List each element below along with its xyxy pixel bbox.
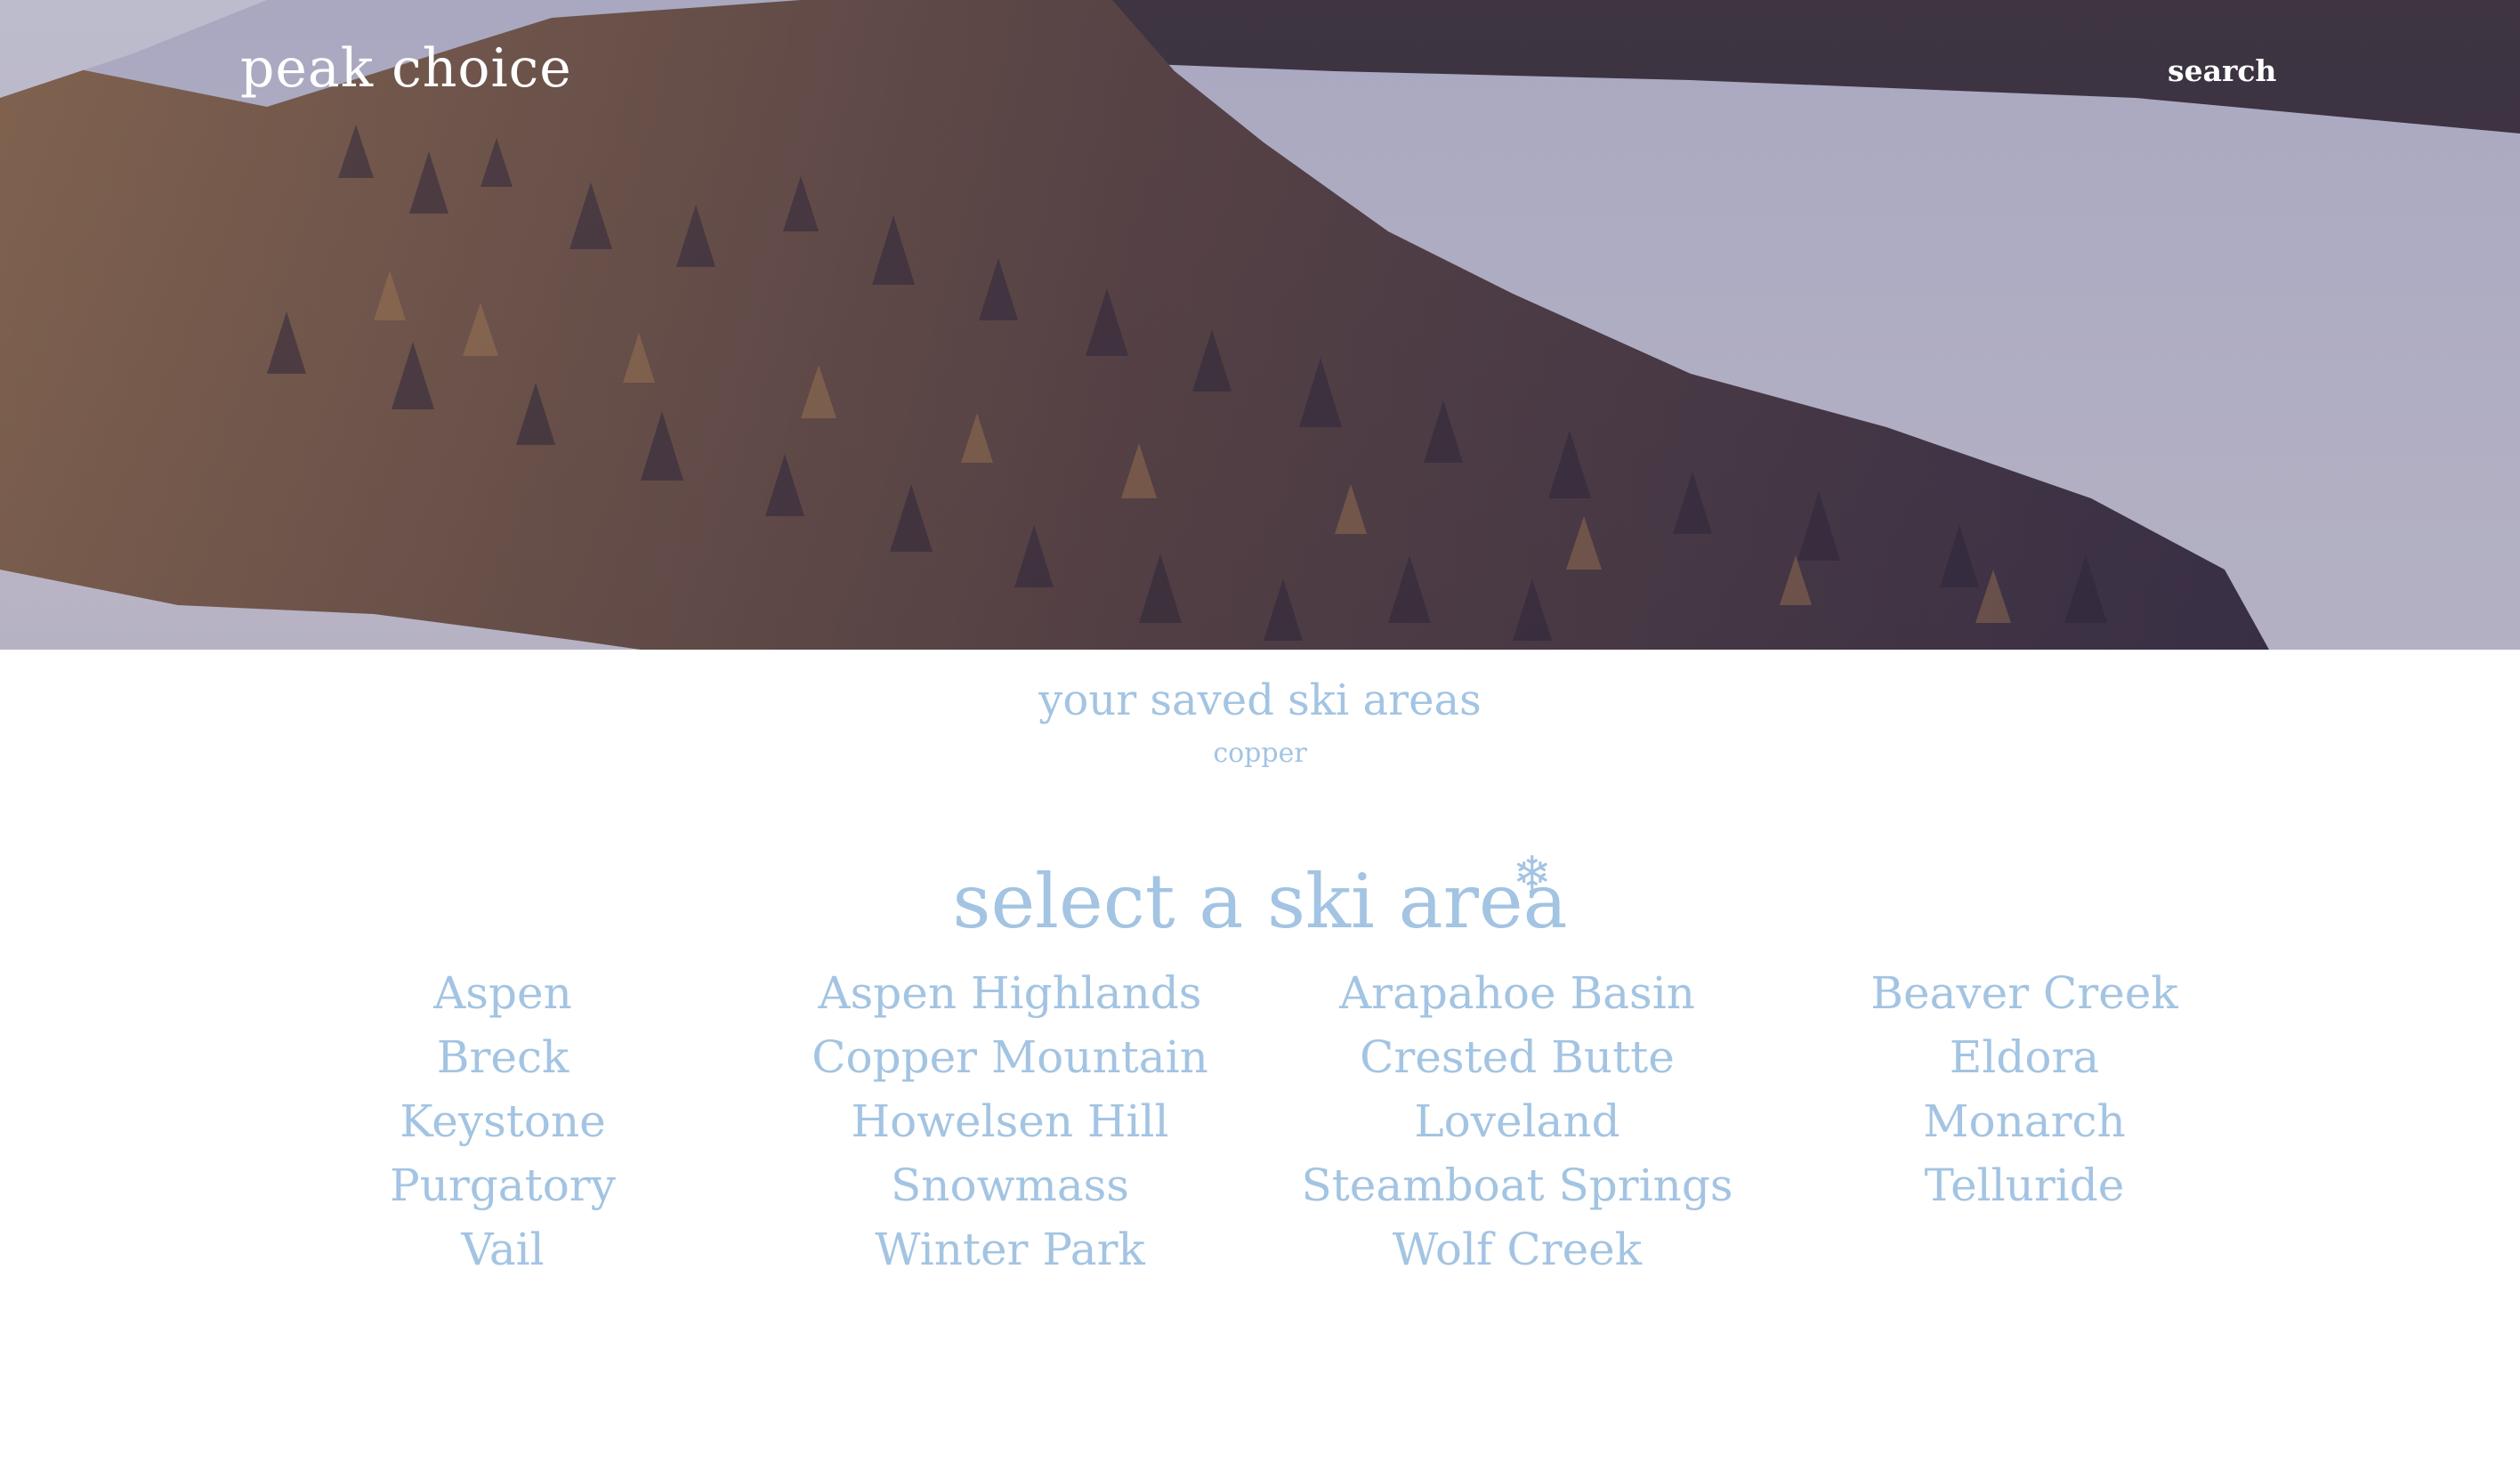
ski-area-link[interactable]: Copper Mountain — [756, 1025, 1264, 1089]
ski-area-link[interactable]: Loveland — [1264, 1089, 1771, 1153]
saved-ski-area-item[interactable]: copper — [0, 732, 2520, 776]
ski-area-link[interactable]: Keystone — [249, 1089, 756, 1153]
ski-area-link[interactable]: Vail — [249, 1217, 756, 1281]
search-link[interactable]: search — [2168, 53, 2276, 88]
saved-ski-areas-section: your saved ski areas copper — [0, 669, 2520, 776]
ski-area-link[interactable]: Wolf Creek — [1264, 1217, 1771, 1281]
ski-area-link[interactable]: Beaver Creek — [1771, 961, 2278, 1025]
snowflake-icon: ❄ — [1513, 847, 1552, 901]
ski-area-link[interactable]: Snowmass — [756, 1153, 1264, 1217]
ski-area-link[interactable]: Arapahoe Basin — [1264, 961, 1771, 1025]
ski-area-link[interactable]: Howelsen Hill — [756, 1089, 1264, 1153]
ski-area-link[interactable]: Steamboat Springs — [1264, 1153, 1771, 1217]
ski-area-grid: Aspen Aspen Highlands Arapahoe Basin Bea… — [249, 961, 2278, 1281]
select-ski-area-heading: select a ski area — [952, 858, 1568, 945]
ski-area-link[interactable]: Monarch — [1771, 1089, 2278, 1153]
ski-area-link[interactable]: Purgatory — [249, 1153, 756, 1217]
ski-area-link[interactable]: Telluride — [1771, 1153, 2278, 1217]
ski-area-link[interactable]: Aspen Highlands — [756, 961, 1264, 1025]
brand-logo-link[interactable]: peak choice — [240, 37, 572, 100]
hero-banner: peak choice search — [0, 0, 2520, 650]
ski-area-link[interactable]: Crested Butte — [1264, 1025, 1771, 1089]
ski-area-link[interactable]: Eldora — [1771, 1025, 2278, 1089]
ski-area-link[interactable]: Aspen — [249, 961, 756, 1025]
saved-section-title: your saved ski areas — [1038, 675, 1482, 725]
ski-area-link[interactable]: Breck — [249, 1025, 756, 1089]
ski-area-link[interactable]: Winter Park — [756, 1217, 1264, 1281]
